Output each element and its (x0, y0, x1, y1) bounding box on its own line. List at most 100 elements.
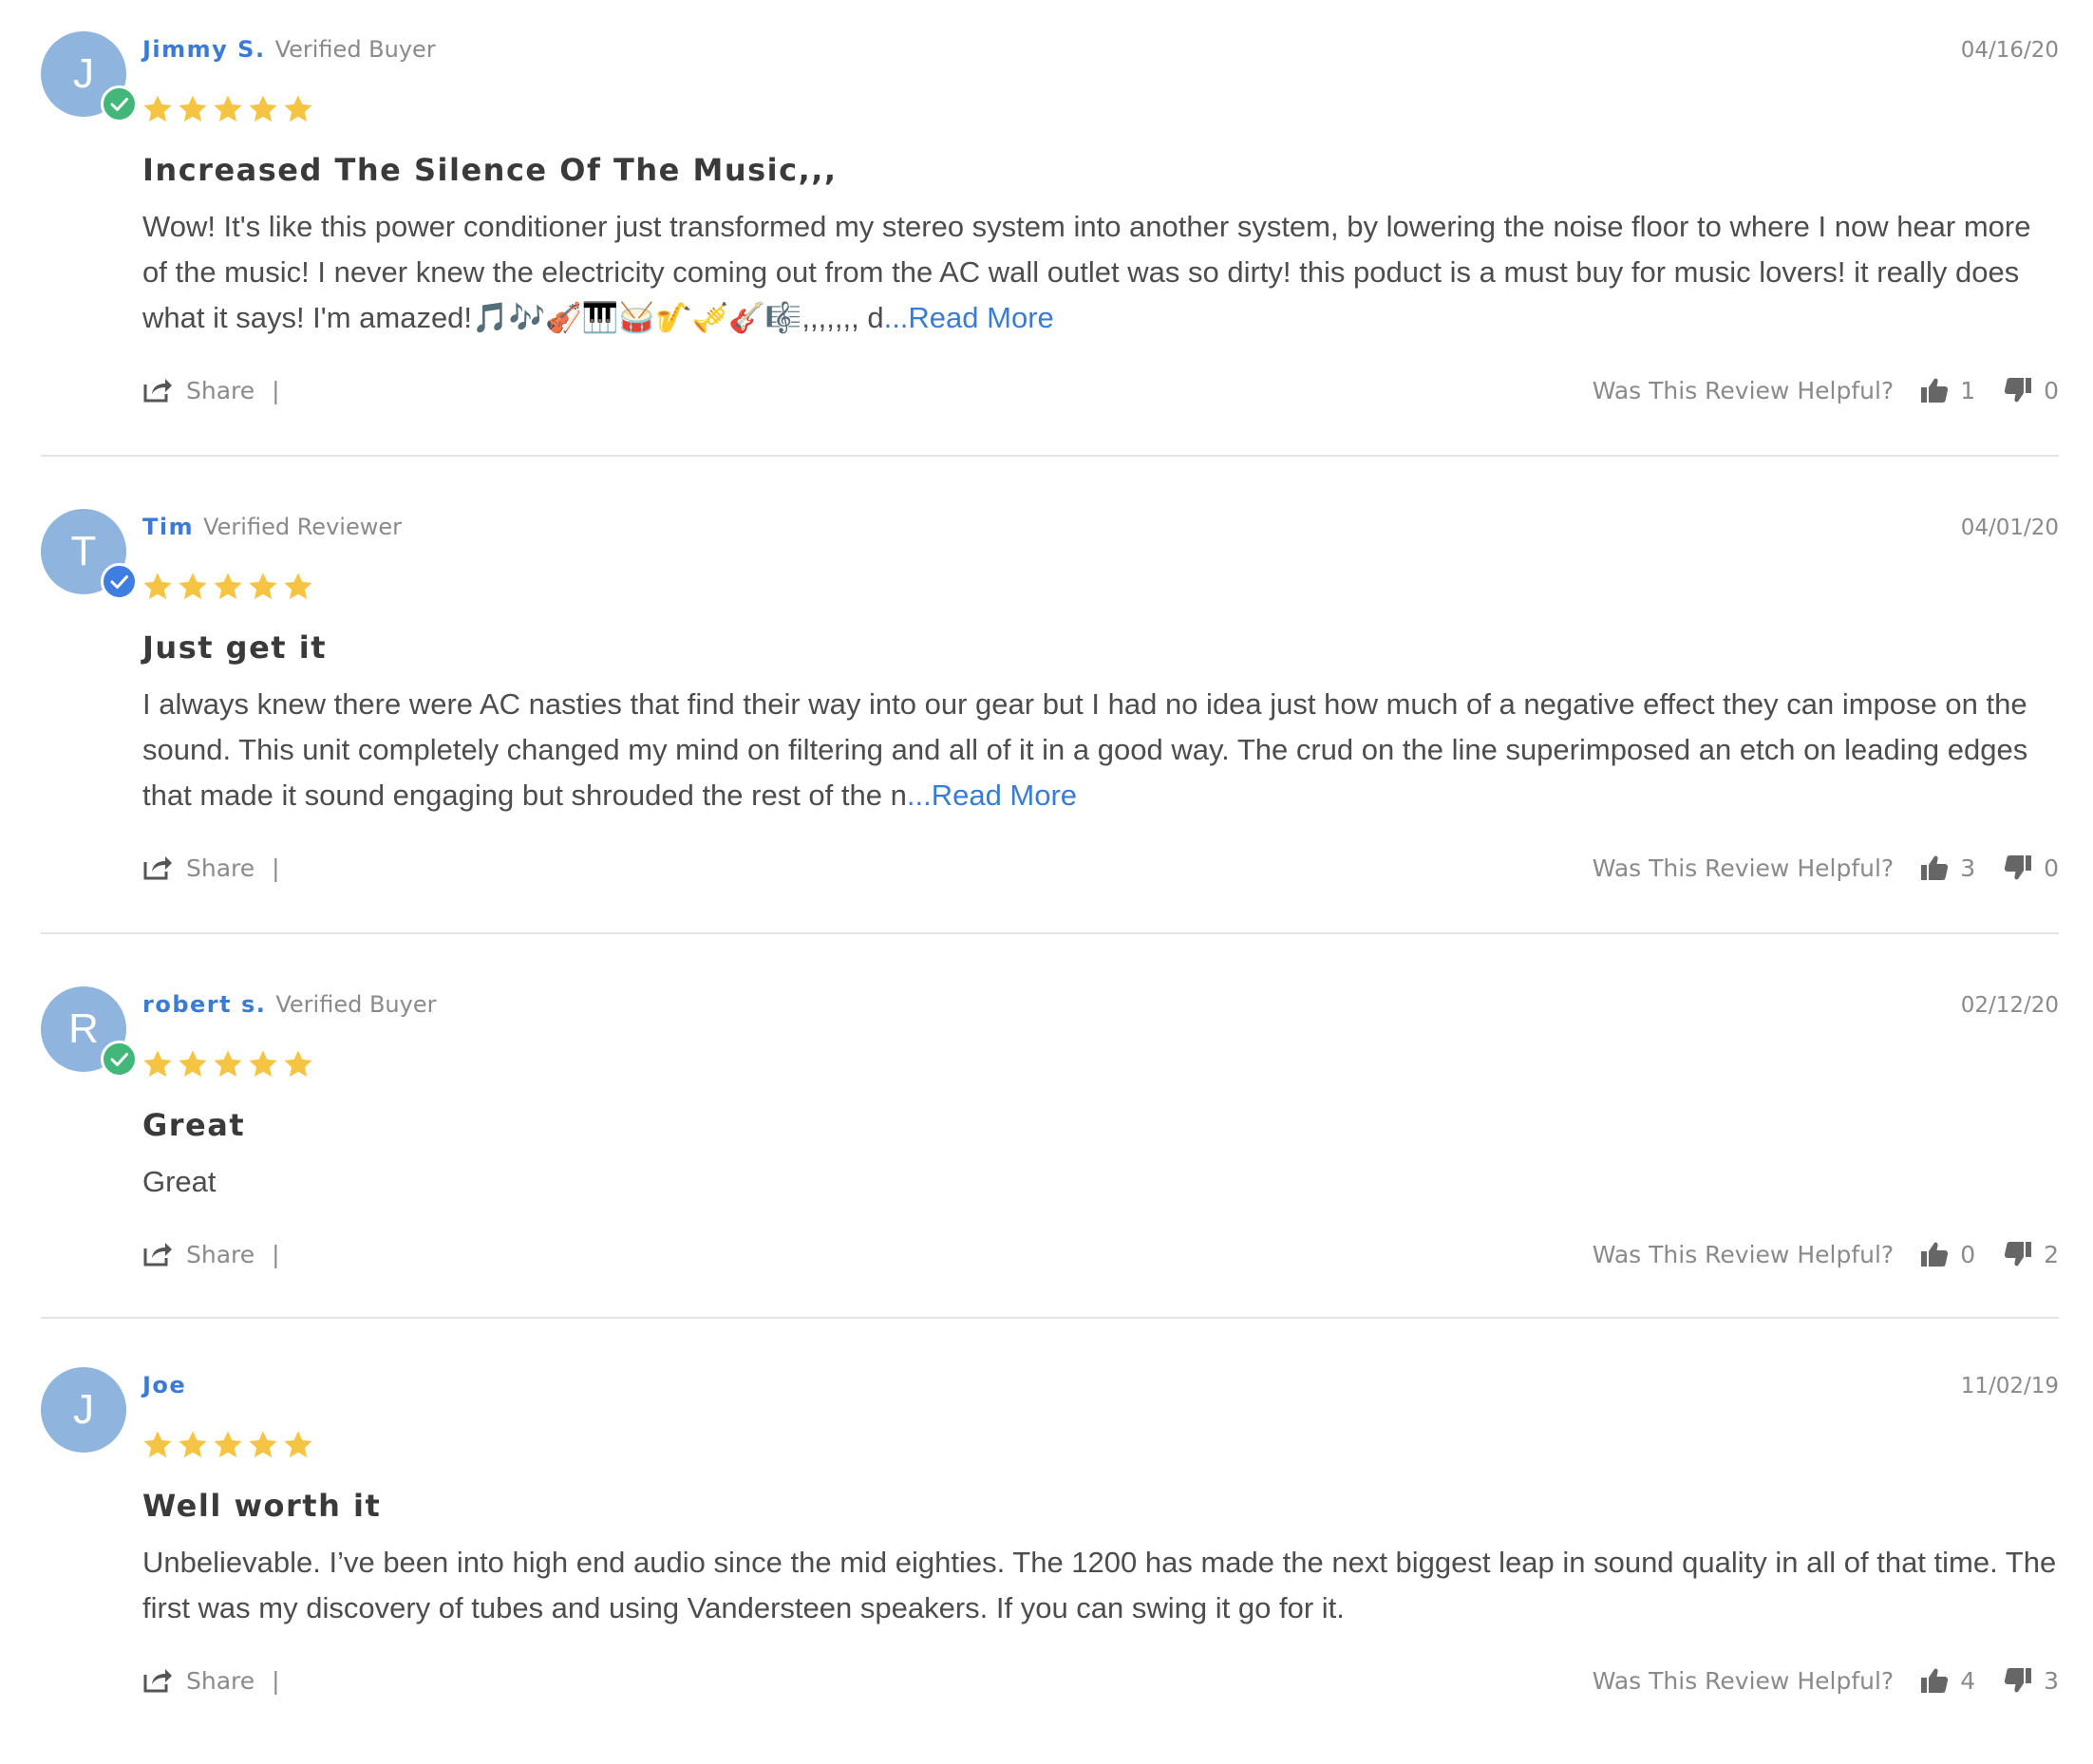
author-line: Tim Verified Reviewer (142, 514, 402, 540)
author-name[interactable]: robert s. (142, 991, 266, 1018)
review-date: 04/16/20 (1960, 38, 2059, 63)
thumbs-down-icon (2004, 855, 2032, 880)
thumbs-down-icon (2004, 378, 2032, 403)
review-title: Increased The Silence Of The Music,,, (142, 152, 838, 188)
helpful-question: Was This Review Helpful? (1592, 376, 1895, 404)
star-icon (214, 572, 242, 600)
review-item: R robert s. Verified Buyer 02/12/20 Great… (41, 934, 2059, 1319)
read-more-link[interactable]: ...Read More (884, 301, 1054, 334)
star-icon (143, 95, 172, 122)
author-status: Verified Buyer (275, 991, 437, 1018)
review-body: Wow! It's like this power conditioner ju… (142, 204, 2061, 341)
thumbs-down-icon (2004, 1242, 2032, 1267)
verified-badge-icon (101, 85, 138, 122)
avatar: J (41, 1367, 126, 1453)
star-icon (179, 572, 207, 600)
review-title: Well worth it (142, 1488, 382, 1524)
review-text: I always knew there were AC nasties that… (142, 687, 2028, 812)
author-name[interactable]: Joe (142, 1372, 186, 1398)
author-line: Joe (142, 1372, 186, 1398)
star-icon (284, 95, 312, 122)
share-button[interactable]: Share | (142, 1666, 280, 1695)
star-icon (143, 1431, 172, 1458)
thumbs-down-button[interactable]: 0 (2004, 376, 2059, 404)
star-icon (143, 572, 172, 600)
thumbs-up-button[interactable]: 3 (1920, 854, 1975, 882)
review-body: Unbelievable. I’ve been into high end au… (142, 1540, 2061, 1631)
helpful-question: Was This Review Helpful? (1592, 854, 1895, 882)
thumbs-up-icon (1921, 1242, 1949, 1267)
review-item: J Jimmy S. Verified Buyer 04/16/20 Increa… (41, 0, 2059, 457)
helpful-yes-count: 4 (1960, 1666, 1976, 1695)
share-label: Share (186, 1666, 255, 1695)
star-icon (249, 1431, 277, 1458)
helpful-question: Was This Review Helpful? (1592, 1666, 1895, 1695)
review-footer: Share | Was This Review Helpful? 1 0 (142, 376, 2059, 414)
thumbs-down-button[interactable]: 2 (2004, 1240, 2059, 1268)
share-icon (143, 379, 172, 403)
star-icon (179, 1050, 207, 1078)
star-icon (249, 572, 277, 600)
review-body: I always knew there were AC nasties that… (142, 682, 2061, 818)
star-icon (284, 572, 312, 600)
star-icon (214, 1050, 242, 1078)
star-icon (249, 95, 277, 122)
star-icon (249, 1050, 277, 1078)
helpful-yes-count: 1 (1960, 376, 1976, 404)
share-icon (143, 1669, 172, 1693)
thumbs-up-button[interactable]: 0 (1920, 1240, 1975, 1268)
helpful-question: Was This Review Helpful? (1592, 1240, 1895, 1268)
review-date: 04/01/20 (1960, 516, 2059, 540)
share-label: Share (186, 1240, 255, 1268)
review-footer: Share | Was This Review Helpful? 4 3 (142, 1666, 2059, 1704)
star-rating (141, 93, 314, 131)
star-icon (214, 95, 242, 122)
share-icon (143, 1243, 172, 1267)
thumbs-down-button[interactable]: 3 (2004, 1666, 2059, 1695)
thumbs-up-button[interactable]: 4 (1920, 1666, 1975, 1695)
review-footer: Share | Was This Review Helpful? 0 2 (142, 1240, 2059, 1278)
share-button[interactable]: Share | (142, 376, 280, 404)
thumbs-up-icon (1921, 855, 1949, 880)
author-line: Jimmy S. Verified Buyer (142, 36, 436, 63)
verified-badge-icon (101, 563, 138, 600)
read-more-link[interactable]: ...Read More (907, 779, 1077, 812)
star-icon (284, 1431, 312, 1458)
divider: | (272, 854, 280, 882)
star-icon (179, 1431, 207, 1458)
review-text: Wow! It's like this power conditioner ju… (142, 210, 2031, 334)
review-title: Just get it (142, 629, 327, 666)
thumbs-up-button[interactable]: 1 (1920, 376, 1975, 404)
thumbs-down-button[interactable]: 0 (2004, 854, 2059, 882)
author-status: Verified Buyer (274, 36, 436, 63)
author-status: Verified Reviewer (203, 514, 402, 540)
helpful-no-count: 3 (2044, 1666, 2059, 1695)
star-icon (214, 1431, 242, 1458)
author-name[interactable]: Tim (142, 514, 194, 540)
star-icon (284, 1050, 312, 1078)
helpful-no-count: 0 (2044, 376, 2059, 404)
author-name[interactable]: Jimmy S. (142, 36, 266, 63)
star-rating (141, 1048, 314, 1086)
reviews-list: J Jimmy S. Verified Buyer 04/16/20 Increa… (41, 0, 2059, 1755)
star-icon (179, 95, 207, 122)
star-icon (143, 1050, 172, 1078)
helpful-votes: Was This Review Helpful? 4 3 (1593, 1666, 2059, 1695)
review-date: 02/12/20 (1960, 993, 2059, 1018)
author-line: robert s. Verified Buyer (142, 991, 436, 1018)
share-button[interactable]: Share | (142, 854, 280, 882)
review-footer: Share | Was This Review Helpful? 3 0 (142, 854, 2059, 891)
review-text: Unbelievable. I’ve been into high end au… (142, 1546, 2057, 1624)
share-label: Share (186, 376, 255, 404)
review-title: Great (142, 1107, 246, 1143)
share-button[interactable]: Share | (142, 1240, 280, 1268)
share-icon (143, 856, 172, 880)
divider: | (272, 1666, 280, 1695)
review-item: T Tim Verified Reviewer 04/01/20 Just get… (41, 457, 2059, 934)
thumbs-up-icon (1921, 1668, 1949, 1693)
review-date: 11/02/19 (1960, 1374, 2059, 1398)
helpful-yes-count: 0 (1960, 1240, 1976, 1268)
helpful-votes: Was This Review Helpful? 3 0 (1593, 854, 2059, 882)
star-rating (141, 1429, 314, 1467)
thumbs-down-icon (2004, 1668, 2032, 1693)
